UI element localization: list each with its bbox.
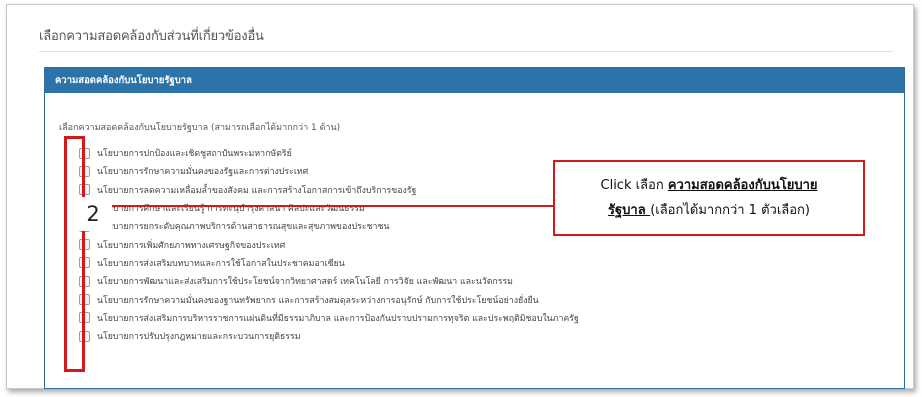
policy-option-row[interactable]: นโยบายการยกระดับคุณภาพบริการด้านสาธารณสุ… bbox=[79, 217, 579, 235]
policy-option-row[interactable]: นโยบายการปรับปรุงกฎหมายและกระบวนการยุติธ… bbox=[79, 327, 579, 345]
policy-option-label: นโยบายการลดความเหลื่อมล้ำของสังคม และการ… bbox=[97, 185, 417, 196]
policy-option-row[interactable]: นโยบายการรักษาความมั่นคงของรัฐและการต่าง… bbox=[79, 162, 579, 180]
callout-text-suffix: (เลือกได้มากกว่า 1 ตัวเลือก) bbox=[650, 203, 810, 218]
policy-option-label: นโยบายการปกป้องและเชิดชูสถาบันพระมหากษัต… bbox=[97, 149, 292, 160]
panel-header: ความสอดคล้องกับนโยบายรัฐบาล bbox=[45, 68, 904, 93]
policy-option-label: นโยบายการยกระดับคุณภาพบริการด้านสาธารณสุ… bbox=[97, 222, 390, 233]
policy-option-row[interactable]: นโยบายการเพิ่มศักยภาพทางเศรษฐกิจของประเท… bbox=[79, 235, 579, 253]
callout-text-prefix: Click เลือก bbox=[600, 178, 668, 193]
section-title: เลือกความสอดคล้องกับส่วนที่เกี่ยวข้องอื่… bbox=[39, 29, 264, 44]
callout-connector-line bbox=[91, 205, 553, 207]
policy-option-label: นโยบายการรักษาความมั่นคงของรัฐและการต่าง… bbox=[97, 167, 309, 178]
policy-option-row[interactable]: นโยบายการศึกษาและเรียนรู้ การทะนุบำรุงศา… bbox=[79, 199, 579, 217]
step-number-label: 2 bbox=[74, 197, 112, 231]
divider bbox=[39, 51, 893, 52]
policy-option-row[interactable]: นโยบายการลดความเหลื่อมล้ำของสังคม และการ… bbox=[79, 181, 579, 199]
policy-option-label: นโยบายการส่งเสริมบทบาทและการใช้โอกาสในปร… bbox=[97, 258, 345, 269]
policy-option-row[interactable]: นโยบายการส่งเสริมการบริหารราชการแผ่นดินท… bbox=[79, 309, 579, 327]
callout-underlined-text-2: รัฐบาล bbox=[608, 203, 651, 218]
instruction-callout: Click เลือก ความสอดคล้องกับนโยบาย รัฐบาล… bbox=[553, 160, 865, 236]
policy-option-row[interactable]: นโยบายการปกป้องและเชิดชูสถาบันพระมหากษัต… bbox=[79, 144, 579, 162]
policy-option-label: นโยบายการพัฒนาและส่งเสริมการใช้ประโยชน์จ… bbox=[97, 277, 513, 288]
policy-options-list: นโยบายการปกป้องและเชิดชูสถาบันพระมหากษัต… bbox=[79, 144, 579, 345]
policy-option-row[interactable]: นโยบายการรักษาความมั่นคงของฐานทรัพยากร แ… bbox=[79, 290, 579, 308]
policy-option-label: นโยบายการปรับปรุงกฎหมายและกระบวนการยุติธ… bbox=[97, 332, 301, 343]
policy-option-label: นโยบายการรักษาความมั่นคงของฐานทรัพยากร แ… bbox=[97, 295, 539, 306]
policy-option-row[interactable]: นโยบายการส่งเสริมบทบาทและการใช้โอกาสในปร… bbox=[79, 254, 579, 272]
policy-option-label: นโยบายการเพิ่มศักยภาพทางเศรษฐกิจของประเท… bbox=[97, 240, 286, 251]
policy-option-row[interactable]: นโยบายการพัฒนาและส่งเสริมการใช้ประโยชน์จ… bbox=[79, 272, 579, 290]
policy-option-label: นโยบายการส่งเสริมการบริหารราชการแผ่นดินท… bbox=[97, 313, 579, 324]
checkbox-highlight-box bbox=[64, 136, 85, 372]
callout-underlined-text-1: ความสอดคล้องกับนโยบาย bbox=[667, 178, 818, 193]
policy-option-label: นโยบายการศึกษาและเรียนรู้ การทะนุบำรุงศา… bbox=[97, 204, 365, 215]
panel-instruction: เลือกความสอดคล้องกับนโยบายรัฐบาล (สามารถ… bbox=[59, 123, 341, 133]
